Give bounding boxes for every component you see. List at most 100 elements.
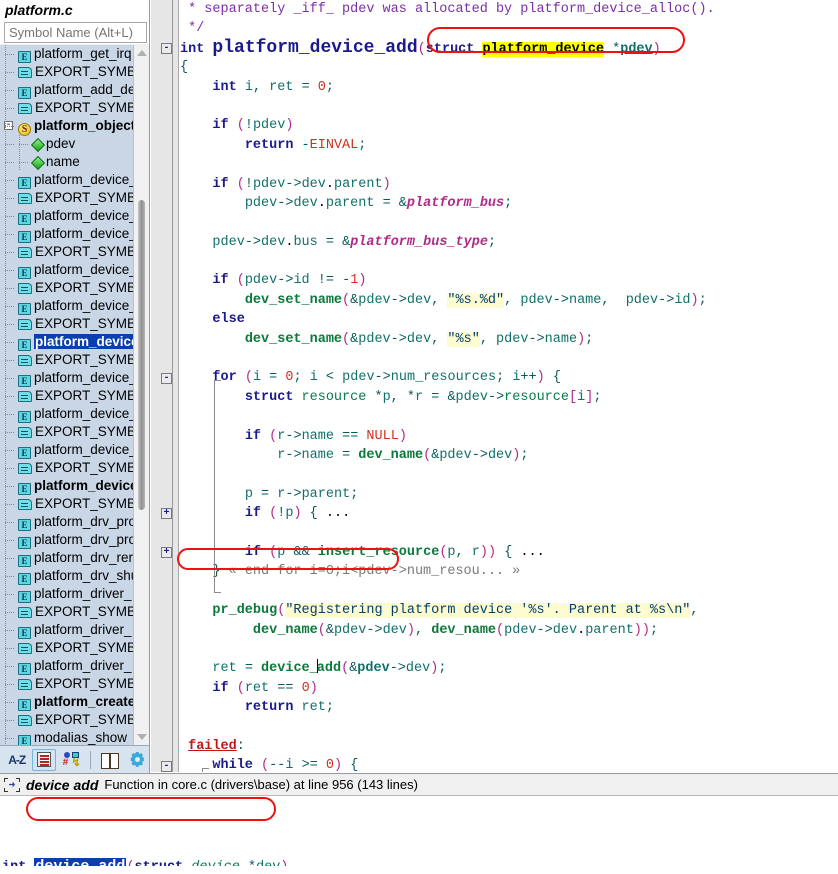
code-line[interactable]: for (i = 0; i < pdev->num_resources; i++… — [180, 368, 838, 387]
fold-collapse-icon[interactable]: - — [161, 42, 172, 54]
tree-item[interactable]: EXPORT_SYMBO — [0, 603, 149, 621]
symbol-type-button[interactable]: # ↯ — [60, 749, 83, 771]
code-line[interactable]: struct resource *p, *r = &pdev->resource… — [180, 388, 838, 407]
tree-item[interactable]: EXPORT_SYMBO — [0, 243, 149, 261]
tree-item[interactable]: Eplatform_drv_pro — [0, 513, 149, 531]
tree-item[interactable]: Eplatform_device_ — [0, 225, 149, 243]
code-line[interactable]: dev_name(&pdev->dev), dev_name(pdev->dev… — [180, 621, 838, 640]
code-line[interactable]: if (r->name == NULL) — [180, 427, 838, 446]
code-line[interactable]: if (!p) { ... — [180, 504, 838, 523]
fold-expand-icon[interactable]: + — [161, 508, 172, 520]
tree-item[interactable]: EXPORT_SYMBO — [0, 495, 149, 513]
code-line[interactable]: else — [180, 310, 838, 329]
code-line[interactable] — [180, 465, 838, 484]
tree-item[interactable]: EXPORT_SYMBO — [0, 315, 149, 333]
code-line[interactable]: r->name = dev_name(&pdev->dev); — [180, 446, 838, 465]
symbol-search-input[interactable] — [4, 22, 147, 43]
tree-item[interactable]: EXPORT_SYMBO — [0, 279, 149, 297]
sort-alphabetical-button[interactable]: A-Z — [5, 749, 28, 771]
tree-item[interactable]: Eplatform_device — [0, 333, 149, 351]
tree-item[interactable]: EXPORT_SYMBO — [0, 675, 149, 693]
fold-collapse-icon[interactable]: - — [161, 760, 172, 772]
editor-gutter[interactable]: - - + + - — [151, 0, 179, 772]
tree-item[interactable]: pdev — [0, 135, 149, 153]
code-line[interactable]: ret = device_add(&pdev->dev); — [180, 659, 838, 678]
context-code[interactable]: int device_add(struct device *dev){ stru… — [0, 796, 838, 874]
code-line[interactable] — [180, 213, 838, 232]
tree-item[interactable]: Eplatform_device_ — [0, 369, 149, 387]
code-line[interactable]: pdev->dev.bus = &platform_bus_type; — [180, 233, 838, 252]
tree-item[interactable]: Eplatform_device_ — [0, 171, 149, 189]
code-line[interactable]: * separately _iff_ pdev was allocated by… — [180, 0, 838, 19]
tree-item[interactable]: EXPORT_SYMBO — [0, 459, 149, 477]
tree-item[interactable]: EXPORT_SYMBO — [0, 423, 149, 441]
code-line[interactable]: dev_set_name(&pdev->dev, "%s", pdev->nam… — [180, 330, 838, 349]
scrollbar-thumb[interactable] — [138, 200, 145, 510]
tree-item[interactable]: Eplatform_driver_ — [0, 585, 149, 603]
tree-item[interactable]: Eplatform_drv_shu — [0, 567, 149, 585]
code-line[interactable]: if (pdev->id != -1) — [180, 271, 838, 290]
tree-item[interactable]: Eplatform_get_irq — [0, 45, 149, 63]
tree-item[interactable]: Eplatform_device — [0, 477, 149, 495]
tree-item[interactable]: Eplatform_device_ — [0, 405, 149, 423]
code-line[interactable] — [180, 582, 838, 601]
fold-collapse-icon[interactable]: - — [161, 372, 172, 384]
tree-item[interactable]: - Splatform_object — [0, 117, 149, 136]
code-line[interactable]: pdev->dev.parent = &platform_bus; — [180, 194, 838, 213]
code-content[interactable]: * separately _iff_ pdev was allocated by… — [180, 0, 838, 772]
code-line[interactable]: int platform_device_add(struct platform_… — [180, 38, 838, 58]
symbol-tree-scrollbar[interactable] — [133, 45, 149, 745]
code-line[interactable]: p = r->parent; — [180, 485, 838, 504]
code-line[interactable] — [180, 717, 838, 736]
tree-item[interactable]: Emodalias_show — [0, 729, 149, 745]
scroll-up-arrow-icon[interactable] — [134, 45, 149, 61]
options-button[interactable] — [126, 749, 149, 771]
code-line[interactable] — [180, 640, 838, 659]
code-line[interactable]: return ret; — [180, 698, 838, 717]
code-line[interactable]: pr_debug("Registering platform device '%… — [180, 601, 838, 620]
code-line[interactable] — [180, 97, 838, 116]
code-line[interactable]: failed: — [180, 737, 838, 756]
tree-item[interactable]: Eplatform_create — [0, 693, 149, 711]
code-line[interactable] — [180, 524, 838, 543]
tree-item[interactable]: Eplatform_device_ — [0, 207, 149, 225]
code-line[interactable] — [180, 252, 838, 271]
reference-button[interactable] — [98, 749, 121, 771]
code-line[interactable]: if (!pdev) — [180, 116, 838, 135]
symbol-list-button[interactable] — [32, 748, 56, 771]
tree-item[interactable]: Eplatform_device_ — [0, 297, 149, 315]
tree-item[interactable]: Eplatform_drv_rer — [0, 549, 149, 567]
code-line[interactable]: } « end for i=0;i<pdev->num_resou... » — [180, 562, 838, 581]
code-line[interactable]: while (--i >= 0) { — [180, 756, 838, 772]
symbol-tree[interactable]: Eplatform_get_irq EXPORT_SYMBO Eplatform_a… — [0, 45, 149, 745]
code-line[interactable]: return -EINVAL; — [180, 136, 838, 155]
code-line[interactable] — [180, 407, 838, 426]
tree-item[interactable]: Eplatform_add_de — [0, 81, 149, 99]
code-line[interactable] — [180, 349, 838, 368]
tree-item[interactable]: EXPORT_SYMBO — [0, 387, 149, 405]
tree-item[interactable]: EXPORT_SYMBO — [0, 189, 149, 207]
tree-item[interactable]: EXPORT_SYMBO — [0, 63, 149, 81]
fold-expand-icon[interactable]: + — [161, 547, 172, 559]
tree-item[interactable]: name — [0, 153, 149, 171]
code-line[interactable]: */ — [180, 19, 838, 38]
tree-item[interactable]: Eplatform_driver_ — [0, 657, 149, 675]
code-line[interactable]: if (!pdev->dev.parent) — [180, 175, 838, 194]
scroll-down-arrow-icon[interactable] — [134, 729, 149, 745]
tree-item[interactable]: Eplatform_device_ — [0, 261, 149, 279]
tree-item[interactable]: EXPORT_SYMBO — [0, 711, 149, 729]
gear-icon — [129, 751, 146, 768]
code-line[interactable]: if (p && insert_resource(p, r)) { ... — [180, 543, 838, 562]
code-line[interactable] — [180, 155, 838, 174]
tree-item[interactable]: Eplatform_drv_pro — [0, 531, 149, 549]
tree-item[interactable]: EXPORT_SYMBO — [0, 99, 149, 117]
code-line[interactable]: { — [180, 58, 838, 77]
tree-item[interactable]: Eplatform_driver_ — [0, 621, 149, 639]
tree-item[interactable]: EXPORT_SYMBO — [0, 639, 149, 657]
tree-item[interactable]: EXPORT_SYMBO — [0, 351, 149, 369]
code-line[interactable]: if (ret == 0) — [180, 679, 838, 698]
code-line[interactable]: int i, ret = 0; — [180, 78, 838, 97]
code-editor[interactable]: - - + + - * separately _iff_ pdev was alloca… — [151, 0, 838, 772]
tree-item[interactable]: Eplatform_device_ — [0, 441, 149, 459]
code-line[interactable]: dev_set_name(&pdev->dev, "%s.%d", pdev->… — [180, 291, 838, 310]
